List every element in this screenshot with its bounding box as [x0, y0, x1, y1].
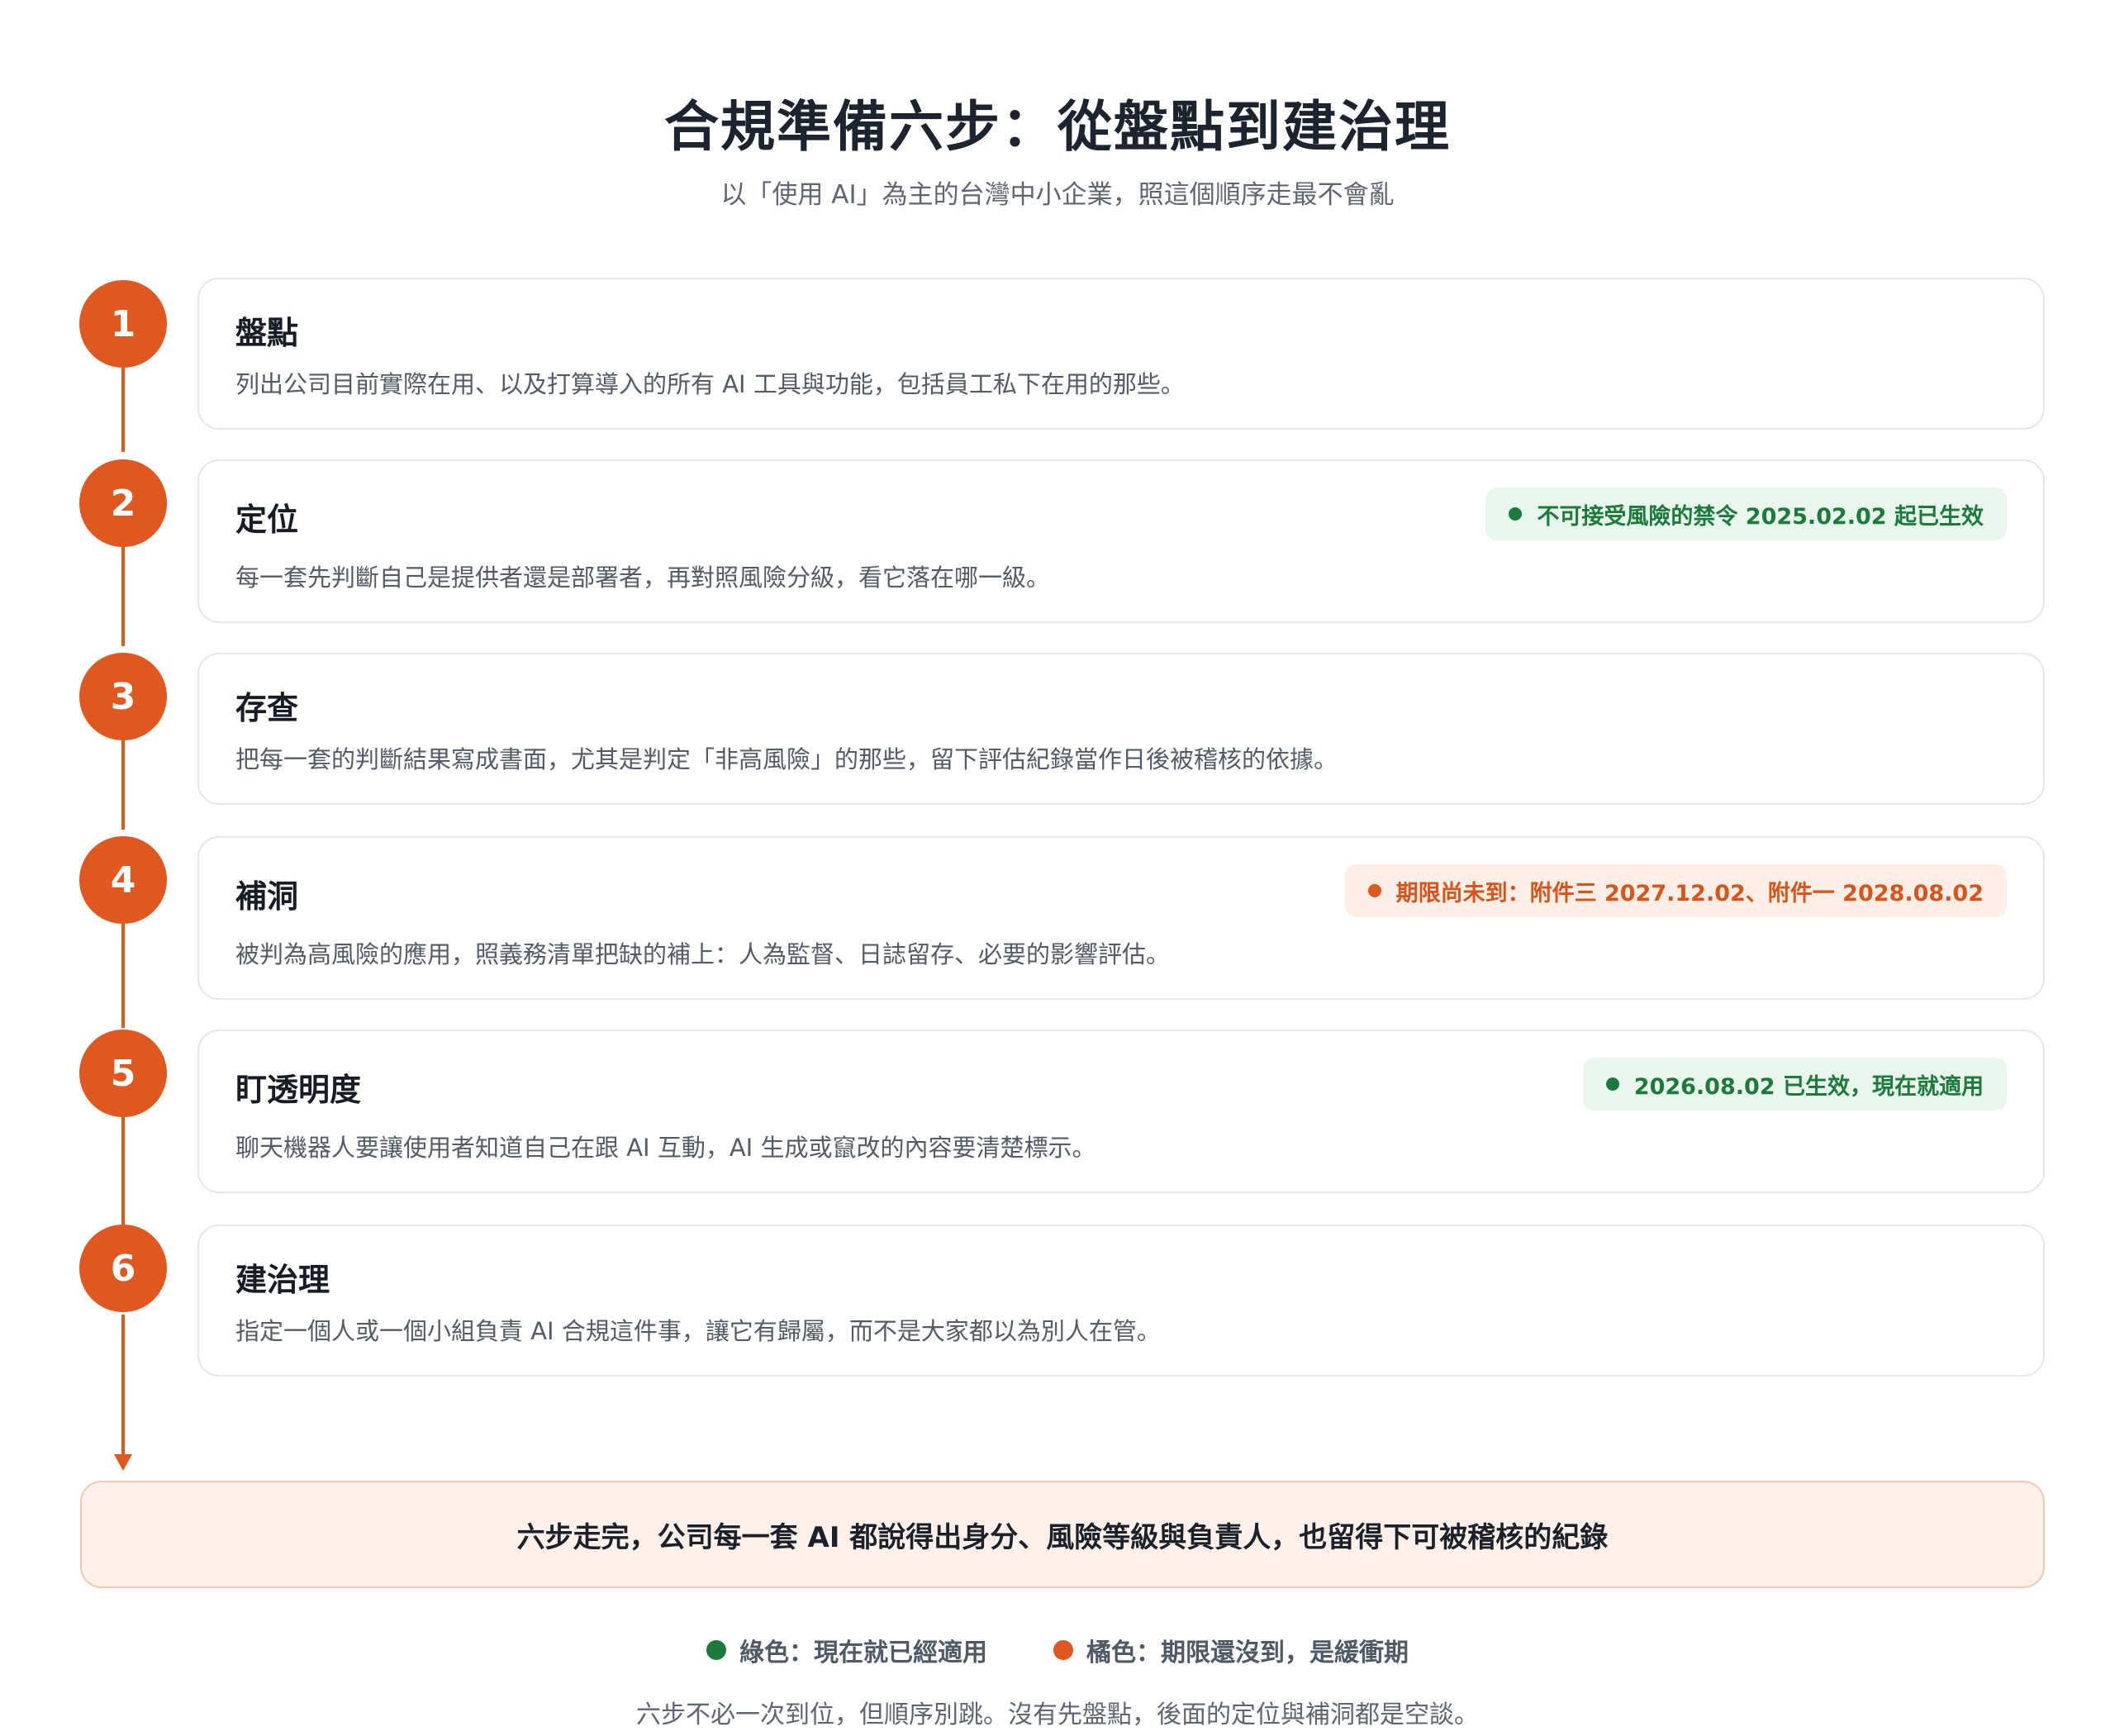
badge-label: 2026.08.02 已生效，現在就適用 [1633, 1073, 1984, 1100]
step-description: 每一套先判斷自己是提供者還是部署者，再對照風險分級，看它落在哪一級。 [235, 564, 1051, 592]
step-connector-line [121, 924, 125, 1028]
step-connector-line [121, 368, 125, 452]
status-dot-icon [1367, 884, 1381, 897]
step-card: 盤點 列出公司目前實際在用、以及打算導入的所有 AI 工具與功能，包括員工私下在… [197, 278, 2045, 430]
step-number-circle: 5 [79, 1030, 167, 1117]
step-title: 建治理 [235, 1262, 330, 1298]
step-number-circle: 3 [79, 653, 167, 740]
legend-item-green: 綠色：現在就已經適用 [706, 1632, 987, 1668]
step-card: 存查 把每一套的判斷結果寫成書面，尤其是判定「非高風險」的那些，留下評估紀錄當作… [197, 653, 2045, 805]
step-card: 補洞 期限尚未到：附件三 2027.12.02、附件一 2028.08.02 被… [197, 836, 2045, 1000]
step-connector-line [121, 1117, 125, 1225]
step-connector-line [121, 740, 125, 830]
step-card: 定位 不可接受風險的禁令 2025.02.02 起已生效 每一套先判斷自己是提供… [197, 459, 2045, 623]
step-description: 聊天機器人要讓使用者知道自己在跟 AI 互動，AI 生成或竄改的內容要清楚標示。 [235, 1134, 1096, 1162]
status-badge: 不可接受風險的禁令 2025.02.02 起已生效 [1485, 488, 2007, 540]
step-number-circle: 4 [79, 836, 167, 924]
legend-label: 綠色：現在就已經適用 [739, 1638, 987, 1667]
legend: 綠色：現在就已經適用 橘色：期限還沒到，是緩衝期 [0, 1632, 2115, 1668]
step-title: 補洞 [235, 878, 299, 915]
step-title: 盯透明度 [235, 1072, 362, 1108]
orange-dot-icon [1053, 1640, 1073, 1660]
step-description: 指定一個人或一個小組負責 AI 合規這件事，讓它有歸屬，而不是大家都以為別人在管… [235, 1317, 1161, 1345]
badge-label: 期限尚未到：附件三 2027.12.02、附件一 2028.08.02 [1395, 880, 1984, 906]
status-badge: 期限尚未到：附件三 2027.12.02、附件一 2028.08.02 [1344, 864, 2007, 917]
status-badge: 2026.08.02 已生效，現在就適用 [1582, 1058, 2007, 1111]
status-dot-icon [1605, 1077, 1619, 1091]
page-title: 合規準備六步：從盤點到建治理 [664, 95, 1451, 159]
step-title: 定位 [235, 502, 299, 538]
timeline-arrow-line [121, 1315, 125, 1457]
step-number-circle: 2 [79, 459, 167, 547]
step-description: 列出公司目前實際在用、以及打算導入的所有 AI 工具與功能，包括員工私下在用的那… [235, 370, 1185, 398]
legend-label: 橘色：期限還沒到，是緩衝期 [1086, 1638, 1409, 1667]
arrow-down-icon [114, 1454, 132, 1471]
page-subtitle: 以「使用 AI」為主的台灣中小企業，照這個順序走最不會亂 [720, 180, 1395, 210]
step-title: 盤點 [235, 315, 299, 351]
footer-note: 六步不必一次到位，但順序別跳。沒有先盤點，後面的定位與補洞都是空談。 [636, 1700, 1479, 1729]
step-number-circle: 1 [79, 280, 167, 368]
status-dot-icon [1509, 507, 1523, 521]
legend-item-orange: 橘色：期限還沒到，是緩衝期 [1053, 1632, 1409, 1668]
step-connector-line [121, 547, 125, 646]
step-description: 把每一套的判斷結果寫成書面，尤其是判定「非高風險」的那些，留下評估紀錄當作日後被… [235, 745, 1338, 773]
step-card: 盯透明度 2026.08.02 已生效，現在就適用 聊天機器人要讓使用者知道自己… [197, 1030, 2045, 1193]
summary-text: 六步走完，公司每一套 AI 都說得出身分、風險等級與負責人，也留得下可被稽核的紀… [516, 1520, 1609, 1554]
step-title: 存查 [235, 690, 299, 726]
summary-box: 六步走完，公司每一套 AI 都說得出身分、風險等級與負責人，也留得下可被稽核的紀… [80, 1481, 2045, 1588]
badge-label: 不可接受風險的禁令 2025.02.02 起已生效 [1537, 503, 1984, 530]
step-card: 建治理 指定一個人或一個小組負責 AI 合規這件事，讓它有歸屬，而不是大家都以為… [197, 1225, 2045, 1377]
step-number-circle: 6 [79, 1225, 167, 1312]
green-dot-icon [706, 1640, 726, 1660]
step-description: 被判為高風險的應用，照義務清單把缺的補上：人為監督、日誌留存、必要的影響評估。 [235, 940, 1171, 968]
